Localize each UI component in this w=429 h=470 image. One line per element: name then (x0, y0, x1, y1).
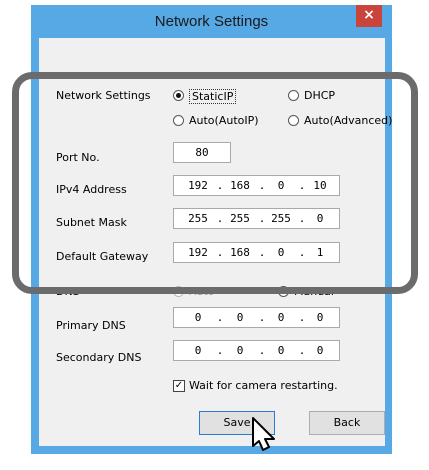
secondary-dns-octet-1: 0 (194, 344, 202, 357)
window-title: Network Settings (154, 13, 269, 30)
checkmark-icon: ✓ (174, 380, 184, 391)
mouse-cursor-icon (252, 417, 275, 451)
back-button[interactable]: Back (309, 411, 385, 435)
wait-restart-label[interactable]: Wait for camera restarting. (189, 379, 338, 392)
secondary-dns-octet-4: 0 (316, 344, 324, 357)
primary-dns-octet-3: 0 (277, 311, 285, 324)
secondary-dns-input[interactable]: 0 . 0 . 0 . 0 (173, 340, 340, 361)
highlight-frame (12, 72, 418, 294)
primary-dns-octet-2: 0 (236, 311, 244, 324)
secondary-dns-label: Secondary DNS (56, 351, 142, 364)
primary-dns-octet-1: 0 (194, 311, 202, 324)
secondary-dns-octet-3: 0 (277, 344, 285, 357)
primary-dns-label: Primary DNS (56, 319, 126, 332)
wait-restart-checkbox[interactable]: ✓ (173, 380, 185, 392)
close-icon: × (363, 7, 375, 23)
title-bar[interactable]: Network Settings × (31, 5, 392, 38)
close-button[interactable]: × (356, 5, 382, 27)
primary-dns-input[interactable]: 0 . 0 . 0 . 0 (173, 307, 340, 328)
secondary-dns-octet-2: 0 (236, 344, 244, 357)
primary-dns-octet-4: 0 (316, 311, 324, 324)
